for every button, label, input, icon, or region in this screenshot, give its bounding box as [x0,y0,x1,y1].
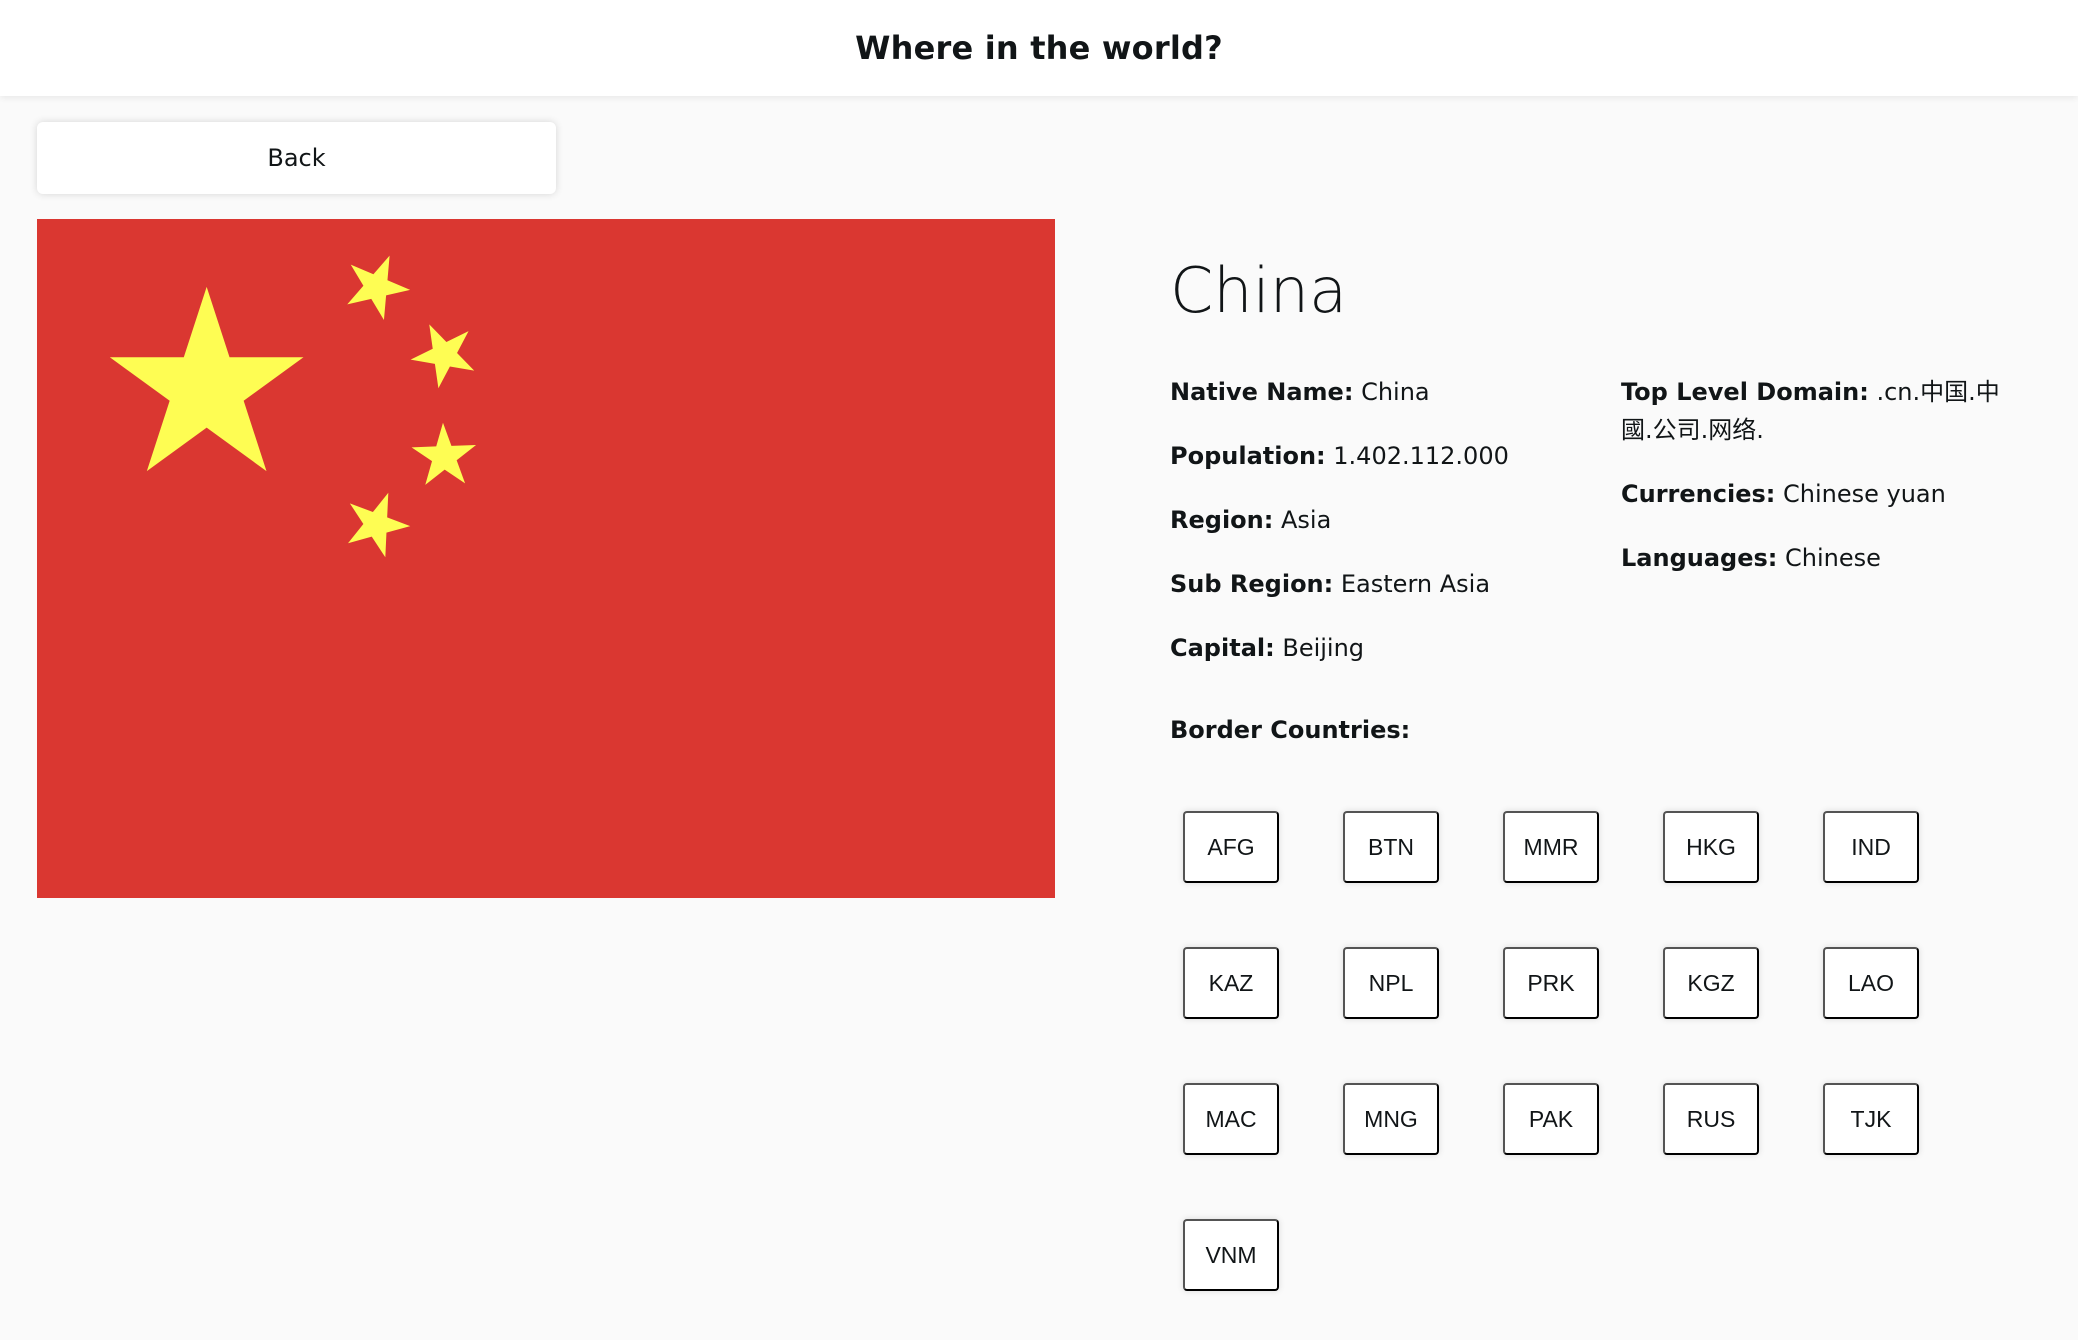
currencies-row: Currencies: Chinese yuan [1621,475,2021,513]
currencies-value: Chinese yuan [1783,480,1946,508]
population-label: Population: [1170,442,1326,470]
region-row: Region: Asia [1170,501,1590,539]
back-button[interactable]: Back [37,122,556,194]
country-name: China [1170,254,1348,327]
china-flag-icon [37,219,1055,898]
sub-region-value: Eastern Asia [1340,570,1491,598]
country-flag-image [37,219,1055,898]
capital-row: Capital: Beijing [1170,629,1590,667]
flag-background [37,219,1055,898]
border-country-button[interactable]: MNG [1343,1083,1439,1155]
native-name-label: Native Name: [1170,378,1354,406]
border-country-button[interactable]: KGZ [1663,947,1759,1019]
capital-value: Beijing [1282,634,1365,662]
border-countries-list: AFG BTN MMR HKG IND KAZ NPL PRK KGZ LAO … [1183,811,1919,1291]
top-level-domain-row: Top Level Domain: .cn.中国.中國.公司.网络. [1621,373,2021,449]
region-label: Region: [1170,506,1274,534]
capital-label: Capital: [1170,634,1275,662]
top-level-domain-label: Top Level Domain: [1621,378,1869,406]
population-row: Population: 1.402.112.000 [1170,437,1590,475]
population-value: 1.402.112.000 [1333,442,1509,470]
border-country-button[interactable]: HKG [1663,811,1759,883]
native-name-row: Native Name: China [1170,373,1590,411]
secondary-info: Top Level Domain: .cn.中国.中國.公司.网络. Curre… [1621,373,2021,603]
border-countries-label: Border Countries: [1170,716,1411,744]
sub-region-label: Sub Region: [1170,570,1334,598]
languages-row: Languages: Chinese [1621,539,2021,577]
app-title: Where in the world? [855,29,1223,67]
languages-label: Languages: [1621,544,1778,572]
sub-region-row: Sub Region: Eastern Asia [1170,565,1590,603]
border-country-button[interactable]: PRK [1503,947,1599,1019]
border-country-button[interactable]: TJK [1823,1083,1919,1155]
border-country-button[interactable]: PAK [1503,1083,1599,1155]
border-country-button[interactable]: AFG [1183,811,1279,883]
border-country-button[interactable]: RUS [1663,1083,1759,1155]
region-value: Asia [1280,506,1332,534]
border-country-button[interactable]: MMR [1503,811,1599,883]
border-country-button[interactable]: VNM [1183,1219,1279,1291]
native-name-value: China [1361,378,1430,406]
country-details: China Native Name: China Population: 1.4… [1170,254,2050,1291]
border-country-button[interactable]: KAZ [1183,947,1279,1019]
currencies-label: Currencies: [1621,480,1776,508]
border-country-button[interactable]: BTN [1343,811,1439,883]
border-country-button[interactable]: LAO [1823,947,1919,1019]
primary-info: Native Name: China Population: 1.402.112… [1170,373,1590,693]
app-header: Where in the world? [0,0,2078,96]
border-country-button[interactable]: NPL [1343,947,1439,1019]
languages-value: Chinese [1785,544,1881,572]
border-country-button[interactable]: IND [1823,811,1919,883]
border-country-button[interactable]: MAC [1183,1083,1279,1155]
